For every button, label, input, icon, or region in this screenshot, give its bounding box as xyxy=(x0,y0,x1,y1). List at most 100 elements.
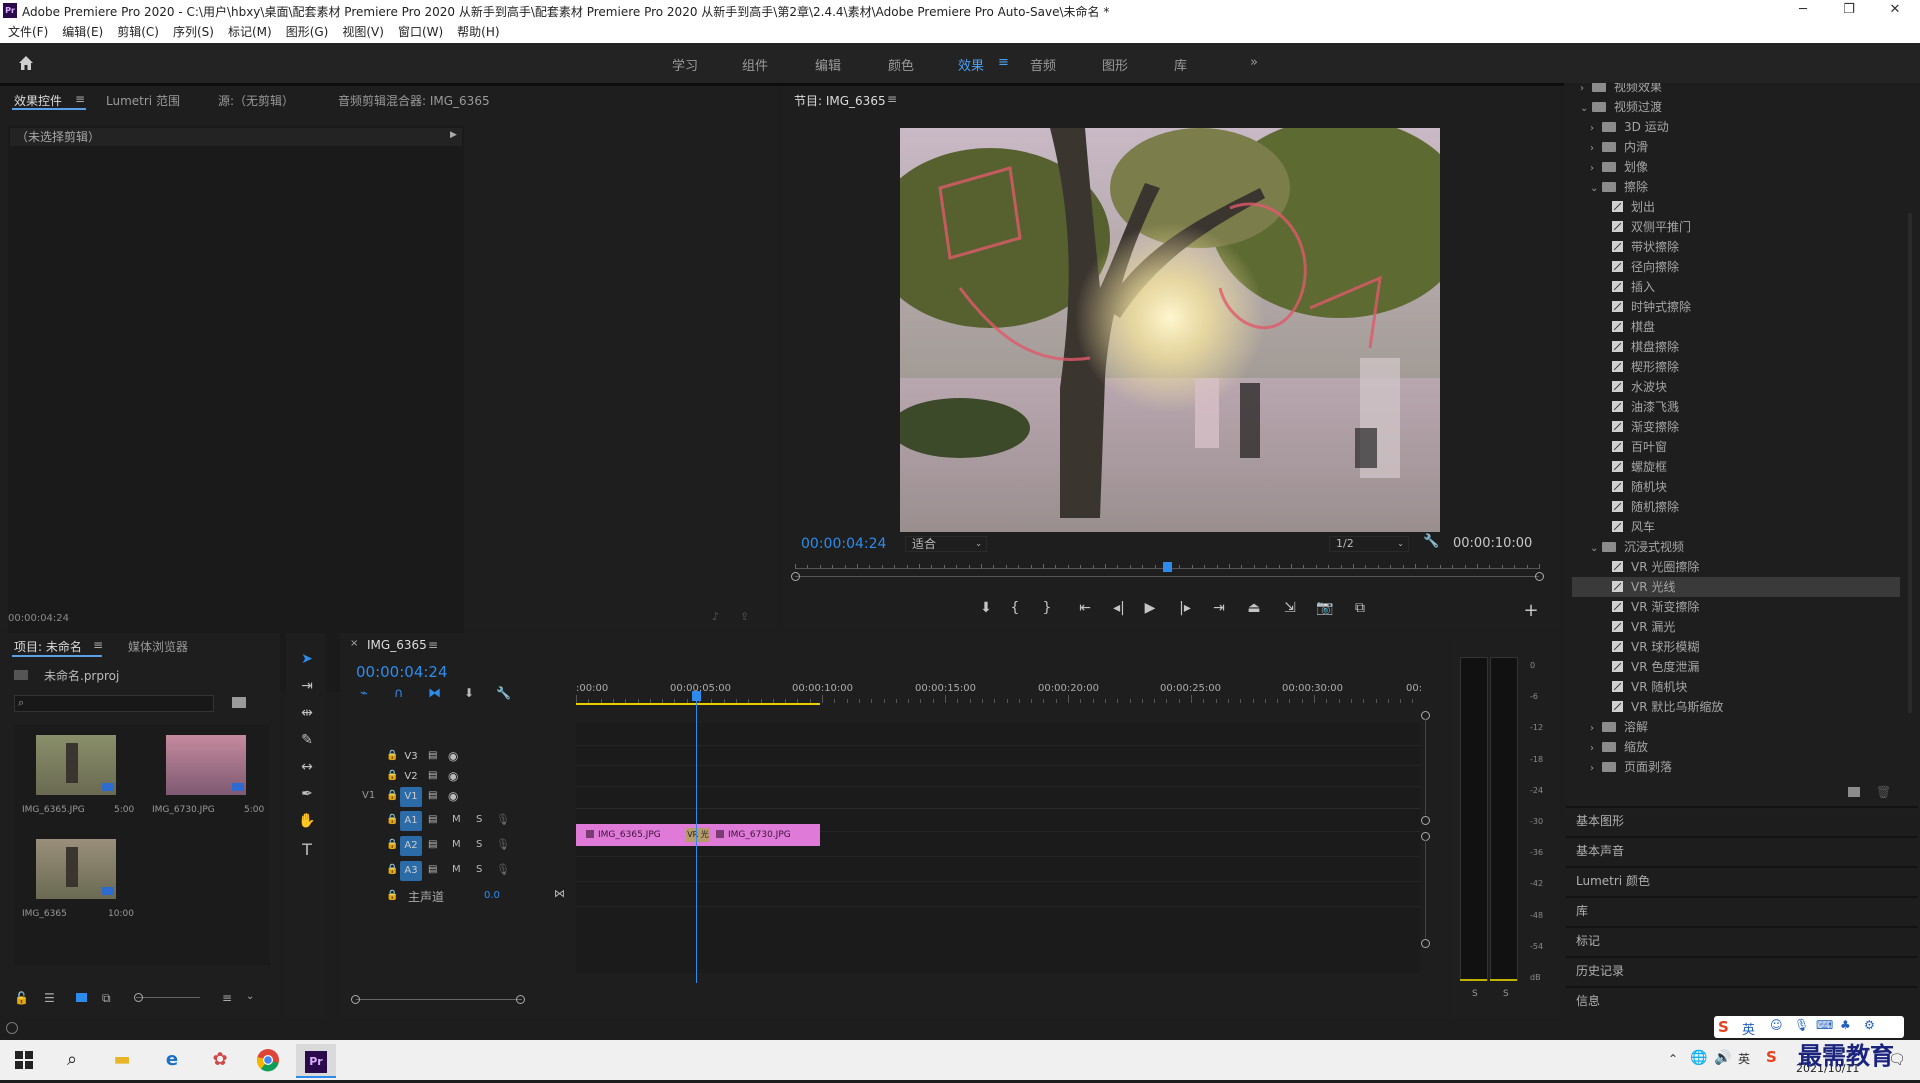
effects-preset[interactable]: 随机擦除 xyxy=(1572,497,1900,517)
chevron-right-icon[interactable]: › xyxy=(1590,119,1602,139)
sync-lock-icon[interactable]: ▤ xyxy=(428,864,437,875)
tab-source[interactable]: 源:（无剪辑） xyxy=(218,92,294,109)
chevron-right-icon[interactable]: › xyxy=(1590,759,1602,779)
workspace-tab[interactable]: 效果 xyxy=(958,55,984,74)
effects-preset[interactable]: 水波块 xyxy=(1572,377,1900,397)
program-scrubber[interactable] xyxy=(791,562,1544,582)
mute-button[interactable]: M xyxy=(452,864,461,875)
menu-item[interactable]: 编辑(E) xyxy=(62,22,103,43)
effects-preset[interactable]: 风车 xyxy=(1572,517,1900,537)
effects-folder[interactable]: › 缩放 xyxy=(1572,737,1900,757)
tab-project[interactable]: 项目: 未命名 xyxy=(14,638,82,655)
effects-preset[interactable]: 径向擦除 xyxy=(1572,257,1900,277)
menu-item[interactable]: 图形(G) xyxy=(286,22,329,43)
nest-icon[interactable]: ⌁ xyxy=(360,686,368,701)
playhead-handle[interactable] xyxy=(692,691,701,701)
mark-out-icon[interactable]: } xyxy=(1035,600,1059,616)
file-explorer-icon[interactable]: ▬ xyxy=(102,1044,142,1076)
panel-menu-icon[interactable]: ≡ xyxy=(887,92,897,106)
menu-item[interactable]: 剪辑(C) xyxy=(117,22,159,43)
track-target[interactable]: V1 xyxy=(400,787,422,807)
network-icon[interactable]: 🌐 xyxy=(1690,1050,1707,1066)
chevron-right-icon[interactable]: › xyxy=(1590,159,1602,179)
add-marker-icon[interactable]: ⬇ xyxy=(974,600,998,616)
minimize-icon[interactable]: ─ xyxy=(1780,0,1826,22)
new-bin-icon[interactable] xyxy=(232,697,246,708)
effects-folder[interactable]: › 3D 运动 xyxy=(1572,117,1900,137)
menu-item[interactable]: 标记(M) xyxy=(228,22,272,43)
tray-chevron-icon[interactable]: ⌃ xyxy=(1668,1052,1678,1066)
project-search-input[interactable]: ⌕ xyxy=(14,695,214,712)
tab-audio-clip-mixer[interactable]: 音频剪辑混合器: IMG_6365 xyxy=(338,92,490,109)
project-item[interactable] xyxy=(36,735,116,795)
linked-selection-icon[interactable]: ⧓ xyxy=(428,686,441,701)
panel-menu-icon[interactable]: ≡ xyxy=(428,638,438,652)
effects-preset[interactable]: VR 光圈擦除 xyxy=(1572,557,1900,577)
lock-icon[interactable]: 🔒 xyxy=(386,770,398,781)
snap-icon[interactable]: ∩ xyxy=(394,686,404,701)
export-icon[interactable]: ⇪ xyxy=(740,610,749,623)
workspace-tab[interactable]: 编辑 xyxy=(815,55,841,74)
tab-effect-controls[interactable]: 效果控件 xyxy=(14,92,62,109)
track-target[interactable]: A2 xyxy=(400,836,422,856)
add-marker-icon[interactable]: ⬇ xyxy=(464,686,474,700)
windows-start-icon[interactable] xyxy=(4,1044,44,1076)
side-panel-tab[interactable]: 信息 xyxy=(1576,987,1906,1015)
type-tool-icon[interactable]: T xyxy=(294,840,320,862)
slip-tool-icon[interactable]: ↔ xyxy=(294,759,320,781)
mute-button[interactable]: M xyxy=(452,814,461,825)
sort-icon[interactable]: ≡ xyxy=(222,991,232,1005)
zoom-handle-left[interactable] xyxy=(791,572,800,581)
tab-sequence[interactable]: IMG_6365 xyxy=(367,638,427,652)
panel-menu-icon[interactable]: ≡ xyxy=(93,638,103,652)
effects-preset[interactable]: 双侧平推门 xyxy=(1572,217,1900,237)
workspace-menu-icon[interactable]: ≡ xyxy=(998,55,1009,70)
effects-folder[interactable]: › 溶解 xyxy=(1572,717,1900,737)
solo-button[interactable]: S xyxy=(476,864,482,875)
track-target[interactable]: A1 xyxy=(400,811,422,831)
side-panel-tab[interactable]: 基本声音 xyxy=(1576,837,1906,865)
panel-menu-icon[interactable]: ≡ xyxy=(75,92,85,106)
workspace-tab[interactable]: 颜色 xyxy=(888,55,914,74)
filter-icon[interactable]: ♪ xyxy=(712,610,719,623)
premiere-pro-icon[interactable]: Pr xyxy=(296,1044,336,1078)
menu-item[interactable]: 帮助(H) xyxy=(457,22,499,43)
lock-icon[interactable]: 🔒 xyxy=(386,814,398,825)
zoom-handle-right[interactable] xyxy=(1535,572,1544,581)
scroll-handle[interactable] xyxy=(1421,939,1430,948)
workspace-tab[interactable]: 图形 xyxy=(1102,55,1128,74)
lift-icon[interactable]: ⏏ xyxy=(1242,600,1266,616)
side-panel-tab[interactable]: 库 xyxy=(1576,897,1906,925)
freeform-view-icon[interactable]: ⧉ xyxy=(102,991,111,1006)
eye-icon[interactable]: ◉ xyxy=(448,789,458,803)
eye-icon[interactable]: ◉ xyxy=(448,769,458,783)
fit-select[interactable]: 适合 ⌄ xyxy=(905,536,987,552)
tab-media-browser[interactable]: 媒体浏览器 xyxy=(128,638,188,655)
effects-preset[interactable]: 油漆飞溅 xyxy=(1572,397,1900,417)
effects-preset[interactable]: 划出 xyxy=(1572,197,1900,217)
chevron-down-icon[interactable]: ⌄ xyxy=(1580,99,1592,119)
effects-preset[interactable]: 带状擦除 xyxy=(1572,237,1900,257)
menu-item[interactable]: 窗口(W) xyxy=(398,22,443,43)
workspace-tab[interactable]: 组件 xyxy=(742,55,768,74)
scroll-handle[interactable] xyxy=(1421,816,1430,825)
menu-item[interactable]: 视图(V) xyxy=(342,22,384,43)
workspace-tab[interactable]: 学习 xyxy=(672,55,698,74)
search-icon[interactable]: ⌕ xyxy=(52,1044,92,1076)
scrollbar[interactable] xyxy=(1908,213,1912,713)
lock-icon[interactable]: 🔓 xyxy=(14,991,29,1005)
lock-icon[interactable]: 🔒 xyxy=(386,864,398,875)
quality-select[interactable]: 1/2 ⌄ xyxy=(1329,536,1409,552)
comparison-view-icon[interactable]: ⧉ xyxy=(1348,600,1372,616)
effects-preset[interactable]: 棋盘擦除 xyxy=(1572,337,1900,357)
selection-tool-icon[interactable]: ➤ xyxy=(294,651,320,673)
effects-preset[interactable]: VR 球形模糊 xyxy=(1572,637,1900,657)
timeline-timecode[interactable]: 00:00:04:24 xyxy=(356,663,448,681)
track-area[interactable] xyxy=(576,723,1420,973)
effects-preset[interactable]: 螺旋框 xyxy=(1572,457,1900,477)
menu-item[interactable]: 文件(F) xyxy=(8,22,48,43)
project-item[interactable] xyxy=(166,735,246,795)
effects-folder[interactable]: ⌄ 沉浸式视频 xyxy=(1572,537,1900,557)
list-view-icon[interactable]: ☰ xyxy=(44,991,55,1005)
sync-lock-icon[interactable]: ▤ xyxy=(428,790,437,801)
